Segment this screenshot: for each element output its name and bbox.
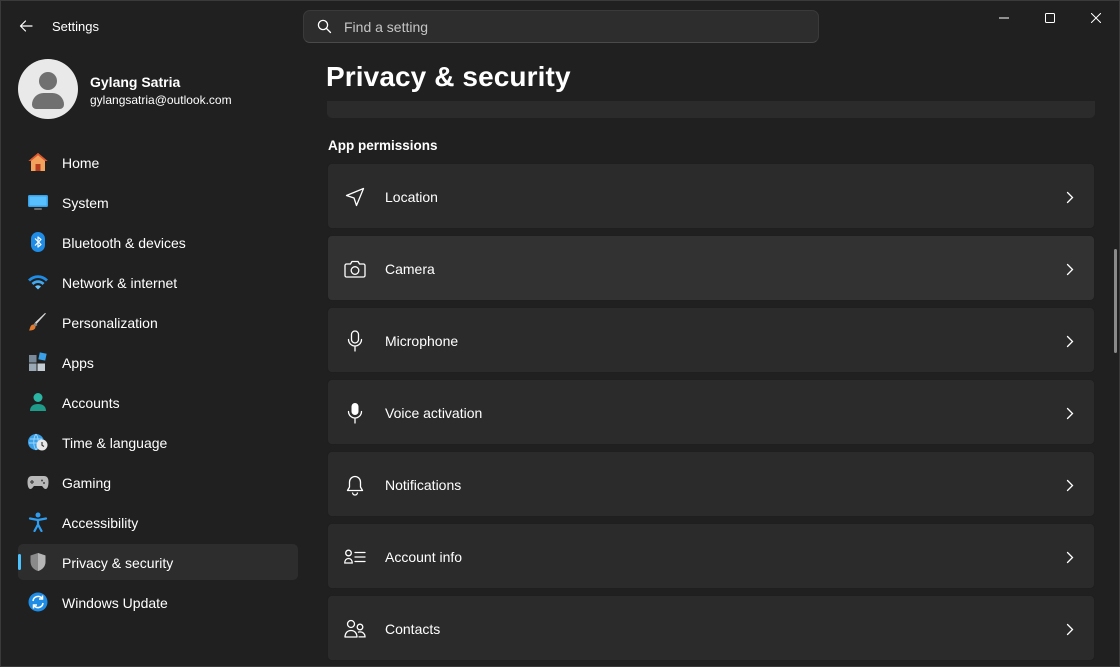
location-card[interactable]: Location: [327, 163, 1095, 229]
search-box[interactable]: [303, 10, 819, 43]
back-arrow-icon: [19, 20, 33, 32]
page-title: Privacy & security: [326, 61, 571, 92]
microphone-card[interactable]: Microphone: [327, 307, 1095, 373]
minimize-icon: [999, 17, 1009, 19]
sidebar-item-label: Windows Update: [62, 595, 168, 611]
sidebar-item-label: Gaming: [62, 475, 112, 491]
app-title: Settings: [52, 19, 99, 34]
section-title: App permissions: [328, 138, 438, 153]
card-label: Microphone: [385, 333, 459, 349]
sidebar-item-label: Privacy & security: [62, 555, 174, 571]
sidebar-item-windows-update[interactable]: Windows Update: [18, 584, 298, 620]
shield-icon: [27, 552, 49, 572]
sidebar-item-privacy-security[interactable]: Privacy & security: [18, 544, 298, 580]
clock-globe-icon: [27, 432, 49, 452]
sidebar-item-label: Accessibility: [62, 515, 139, 531]
accessibility-icon: [27, 512, 49, 532]
selection-indicator: [18, 554, 21, 570]
chevron-right-icon: [1064, 189, 1076, 205]
camera-icon: [344, 258, 366, 280]
card-label: Camera: [385, 261, 435, 277]
sidebar-item-home[interactable]: Home: [18, 144, 298, 180]
maximize-button[interactable]: [1027, 1, 1073, 35]
sidebar-item-system[interactable]: System: [18, 184, 298, 220]
sidebar-item-accessibility[interactable]: Accessibility: [18, 504, 298, 540]
sidebar-item-label: Personalization: [62, 315, 158, 331]
chevron-right-icon: [1064, 477, 1076, 493]
sidebar-item-label: Bluetooth & devices: [62, 235, 186, 251]
voice-activation-card[interactable]: Voice activation: [327, 379, 1095, 445]
bluetooth-icon: [27, 232, 49, 252]
contacts-icon: [344, 618, 366, 640]
settings-window: Settings Gylang Satria gylangsatria@outl…: [0, 0, 1120, 667]
title-bar: Settings: [1, 1, 1119, 51]
card-label: Contacts: [385, 621, 441, 637]
contacts-card[interactable]: Contacts: [327, 595, 1095, 661]
apps-icon: [27, 352, 49, 372]
close-button[interactable]: [1073, 1, 1119, 35]
sidebar-item-gaming[interactable]: Gaming: [18, 464, 298, 500]
card-label: Notifications: [385, 477, 462, 493]
microphone-icon: [344, 330, 366, 352]
sidebar-item-apps[interactable]: Apps: [18, 344, 298, 380]
chevron-right-icon: [1064, 333, 1076, 349]
sidebar-item-time-language[interactable]: Time & language: [18, 424, 298, 460]
account-info-icon: [344, 546, 366, 568]
sidebar-item-bluetooth[interactable]: Bluetooth & devices: [18, 224, 298, 260]
sidebar-item-label: Accounts: [62, 395, 120, 411]
account-info-card[interactable]: Account info: [327, 523, 1095, 589]
card-label: Account info: [385, 549, 463, 565]
search-input[interactable]: [344, 18, 784, 35]
chevron-right-icon: [1064, 405, 1076, 421]
search-icon: [316, 19, 332, 35]
notifications-card[interactable]: Notifications: [327, 451, 1095, 517]
chevron-right-icon: [1064, 621, 1076, 637]
profile-name: Gylang Satria: [90, 74, 181, 90]
camera-card[interactable]: Camera: [327, 235, 1095, 301]
gamepad-icon: [27, 472, 49, 492]
card-label: Voice activation: [385, 405, 483, 421]
sidebar-item-label: Home: [62, 155, 100, 171]
vertical-scrollbar[interactable]: [1114, 249, 1117, 353]
update-icon: [27, 592, 49, 612]
sidebar-item-label: System: [62, 195, 109, 211]
profile-email: gylangsatria@outlook.com: [90, 93, 232, 107]
bell-icon: [344, 474, 366, 496]
chevron-right-icon: [1064, 549, 1076, 565]
chevron-right-icon: [1064, 261, 1076, 277]
sidebar-item-label: Network & internet: [62, 275, 178, 291]
sidebar-item-network[interactable]: Network & internet: [18, 264, 298, 300]
card-label: Location: [385, 189, 438, 205]
sidebar-item-accounts[interactable]: Accounts: [18, 384, 298, 420]
voice-microphone-icon: [344, 402, 366, 424]
avatar: [18, 59, 78, 119]
paintbrush-icon: [27, 312, 49, 332]
user-profile[interactable]: Gylang Satria gylangsatria@outlook.com: [18, 59, 298, 119]
app-permissions-list: Location Camera Microphone Voice activat…: [327, 163, 1095, 666]
minimize-button[interactable]: [981, 1, 1027, 35]
maximize-icon: [1045, 13, 1055, 23]
sidebar-nav: Home System Bluetooth & devices Network …: [18, 144, 298, 624]
person-icon: [27, 392, 49, 412]
sidebar-item-label: Apps: [62, 355, 94, 371]
back-button[interactable]: [13, 13, 39, 39]
previous-card-edge: [327, 101, 1095, 118]
wifi-icon: [27, 272, 49, 292]
sidebar-item-personalization[interactable]: Personalization: [18, 304, 298, 340]
system-monitor-icon: [27, 192, 49, 212]
location-arrow-icon: [344, 186, 366, 208]
sidebar-item-label: Time & language: [62, 435, 168, 451]
close-icon: [1091, 13, 1101, 23]
home-icon: [27, 152, 49, 172]
